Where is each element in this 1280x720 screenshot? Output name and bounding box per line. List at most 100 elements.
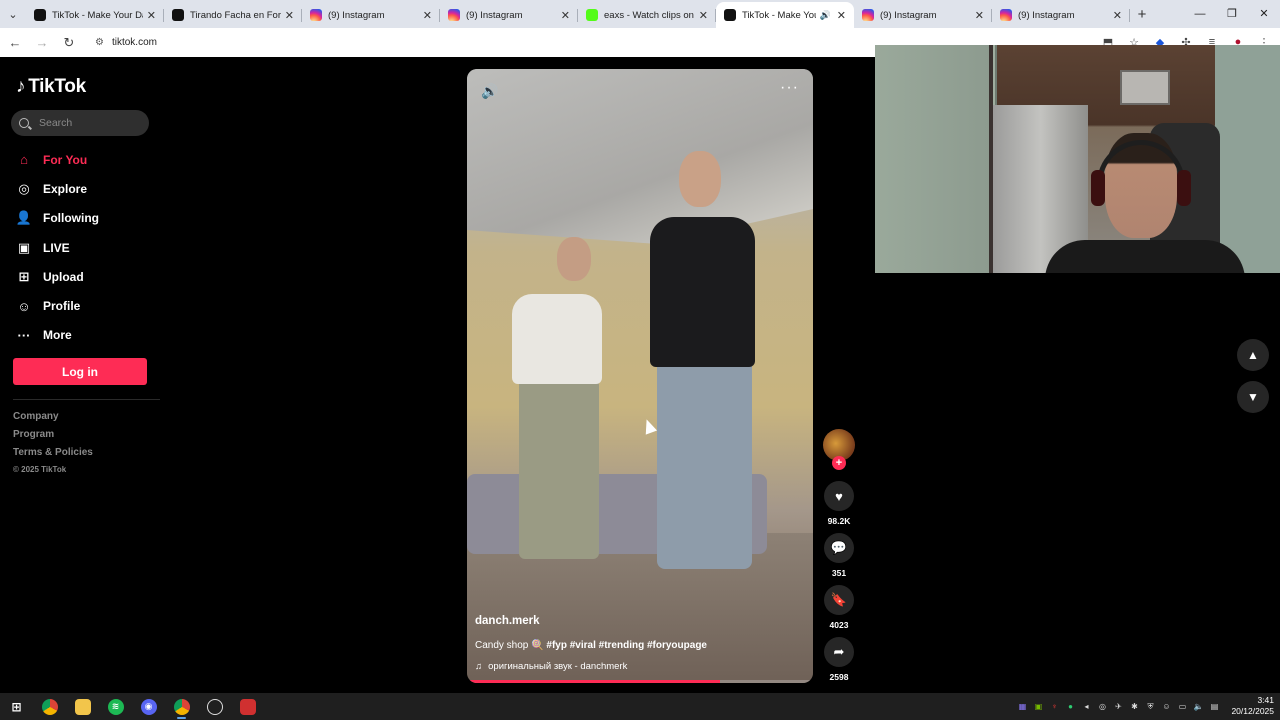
taskbar-obs[interactable] [198, 693, 231, 720]
browser-tab[interactable]: Tirando Facha en Fortnite ✕ [164, 2, 302, 28]
tray-bird-icon[interactable]: ✈ [1113, 701, 1124, 712]
nvidia-icon[interactable]: ▣ [1033, 701, 1044, 712]
browser-tab[interactable]: (9) Instagram ✕ [302, 2, 440, 28]
browser-tab[interactable]: TikTok - Make Your Day 🔊 ✕ [716, 2, 854, 28]
browser-tab[interactable]: eaxs - Watch clips on Kick ✕ [578, 2, 716, 28]
footer-link[interactable]: Company [13, 411, 93, 429]
reload-button[interactable]: ↻ [57, 35, 81, 51]
login-button[interactable]: Log in [13, 358, 147, 385]
tray-red-icon[interactable]: ♆ [1049, 701, 1060, 712]
video-author[interactable]: danch.merk [475, 615, 540, 627]
close-window-button[interactable]: ✕ [1248, 0, 1280, 28]
tab-close-icon[interactable]: ✕ [423, 9, 432, 22]
steam-icon[interactable]: ◎ [1097, 701, 1108, 712]
kick-icon [586, 9, 598, 21]
follow-plus-icon[interactable]: + [832, 456, 846, 470]
cam-right-wall [1215, 45, 1280, 273]
tab-close-icon[interactable]: ✕ [699, 9, 708, 22]
previous-video-button[interactable]: ▲ [1237, 339, 1269, 371]
author-avatar[interactable]: + [823, 429, 855, 470]
tab-close-icon[interactable]: ✕ [561, 9, 570, 22]
video-caption: Candy shop 🍭 #fyp #viral #trending #fory… [475, 640, 707, 651]
sidebar-divider [13, 399, 160, 400]
sidebar-item-live[interactable]: ▣ LIVE [16, 233, 99, 262]
forward-button[interactable]: → [30, 35, 54, 50]
save-button[interactable]: 🔖 4023 [824, 585, 854, 630]
taskbar-spotify[interactable]: ≋ [99, 693, 132, 720]
taskbar-clock[interactable]: 3:41 20/12/2025 [1231, 695, 1274, 717]
cam-door [875, 45, 993, 273]
sidebar-item-label: More [43, 328, 72, 343]
comment-button[interactable]: 💬 351 [824, 533, 854, 578]
tab-title: (9) Instagram [466, 9, 523, 21]
restore-button[interactable]: ❐ [1216, 0, 1248, 28]
video-player[interactable]: 🔊 ··· danch.merk Candy shop 🍭 #fyp #vira… [467, 69, 813, 683]
start-button[interactable]: ⊞ [0, 693, 33, 720]
tiktok-icon [172, 9, 184, 21]
tab-close-icon[interactable]: ✕ [285, 9, 294, 22]
chevron-down-icon: ▼ [1247, 390, 1259, 404]
tab-title: (9) Instagram [328, 9, 385, 21]
bluetooth-icon[interactable]: ✱ [1129, 701, 1140, 712]
browser-tab[interactable]: (9) Instagram ✕ [440, 2, 578, 28]
sidebar-item-explore[interactable]: ◎ Explore [16, 174, 99, 203]
new-tab-button[interactable]: + [1130, 2, 1154, 28]
copyright-text: © 2025 TikTok [13, 465, 67, 474]
site-info-icon[interactable]: ⚙ [95, 37, 104, 48]
more-options-icon[interactable]: ··· [780, 79, 799, 97]
tab-close-icon[interactable]: ✕ [975, 9, 984, 22]
tray-app-icon[interactable]: ▦ [1017, 701, 1028, 712]
bookmark-icon: 🔖 [824, 585, 854, 615]
tray-arrow-icon[interactable]: ◂ [1081, 701, 1092, 712]
tab-audio-icon[interactable]: 🔊 [820, 10, 831, 21]
notification-icon[interactable]: ▤ [1209, 701, 1220, 712]
network-icon[interactable]: ▭ [1177, 701, 1188, 712]
tab-close-icon[interactable]: ✕ [837, 9, 846, 22]
tray-discord-icon[interactable]: ☺ [1161, 701, 1172, 712]
minimize-button[interactable]: — [1184, 0, 1216, 28]
browser-tab-strip: ⌄ TikTok - Make Your Day ✕ Tirando Facha e… [0, 0, 1280, 28]
speaker-icon[interactable]: 🔈 [1193, 701, 1204, 712]
volume-icon[interactable]: 🔊 [481, 83, 498, 100]
next-video-button[interactable]: ▼ [1237, 381, 1269, 413]
tab-search-button[interactable]: ⌄ [0, 0, 26, 28]
tab-separator [1129, 9, 1130, 22]
taskbar-discord[interactable]: ◉ [132, 693, 165, 720]
sidebar-item-more[interactable]: ··· More [16, 321, 99, 350]
tab-close-icon[interactable]: ✕ [147, 9, 156, 22]
taskbar-explorer[interactable] [66, 693, 99, 720]
caption-hashtags[interactable]: #fyp #viral #trending #foryoupage [546, 640, 707, 651]
share-button[interactable]: ➦ 2598 [824, 637, 854, 682]
tray-green-icon[interactable]: ● [1065, 701, 1076, 712]
instagram-icon [1000, 9, 1012, 21]
browser-tab[interactable]: TikTok - Make Your Day ✕ [26, 2, 164, 28]
tray-shield-icon[interactable]: ⛨ [1145, 701, 1156, 712]
clock-date: 20/12/2025 [1231, 706, 1274, 716]
like-button[interactable]: ♥ 98.2K [824, 481, 854, 526]
back-button[interactable]: ← [3, 35, 27, 50]
sidebar-item-upload[interactable]: ⊞ Upload [16, 262, 99, 291]
url-bar[interactable]: ⚙ tiktok.com [87, 32, 727, 54]
footer-link[interactable]: Terms & Policies [13, 447, 93, 465]
tiktok-logo[interactable]: ♪ TikTok [16, 76, 86, 98]
video-progress-bar[interactable] [467, 680, 813, 683]
sidebar-item-profile[interactable]: ☺ Profile [16, 291, 99, 320]
system-tray: ▦ ▣ ♆ ● ◂ ◎ ✈ ✱ ⛨ ☺ ▭ 🔈 ▤ [1017, 693, 1220, 720]
tab-close-icon[interactable]: ✕ [1113, 9, 1122, 22]
taskbar-app[interactable] [231, 693, 264, 720]
taskbar-chrome[interactable] [33, 693, 66, 720]
chrome-icon [41, 698, 58, 715]
browser-tab[interactable]: (9) Instagram ✕ [992, 2, 1130, 28]
footer-link[interactable]: Program [13, 429, 93, 447]
search-input[interactable] [39, 117, 139, 129]
browser-tab[interactable]: (9) Instagram ✕ [854, 2, 992, 28]
clock-time: 3:41 [1257, 695, 1274, 705]
footer-links: Company Program Terms & Policies [13, 411, 93, 465]
search-box[interactable] [11, 110, 149, 136]
video-sound[interactable]: ♫ оригинальный звук - danchmerk [475, 661, 627, 672]
spotify-icon: ≋ [107, 698, 124, 715]
webcam-overlay [875, 45, 1280, 273]
sidebar-item-for-you[interactable]: ⌂ For You [16, 145, 99, 174]
taskbar-chrome-active[interactable] [165, 693, 198, 720]
sidebar-item-following[interactable]: 👤 Following [16, 204, 99, 233]
